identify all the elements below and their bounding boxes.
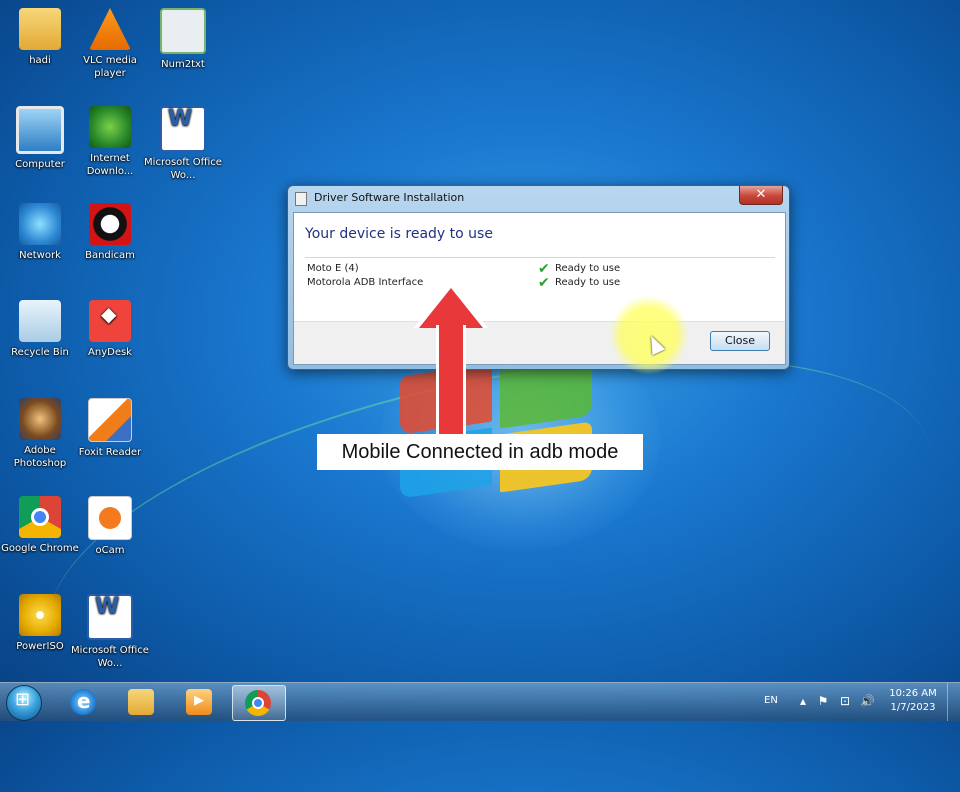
desktop-icon-label: oCam (95, 545, 125, 556)
network-icon (19, 203, 61, 245)
network-tray-icon[interactable]: ⊡ (838, 694, 852, 708)
desktop-icon-label: Computer (15, 159, 65, 170)
desktop-icon-photoshop[interactable]: Adobe Photoshop (0, 398, 80, 470)
desktop-icon-word-2[interactable]: Microsoft Office Wo... (70, 594, 150, 670)
anydesk-icon (89, 300, 131, 342)
internet-download-manager-icon (89, 106, 131, 148)
desktop-icon-bandicam[interactable]: Bandicam (70, 203, 150, 262)
vlc-icon (89, 8, 131, 50)
desktop-icon-poweriso[interactable]: PowerISO (0, 594, 80, 653)
media-player-icon (186, 689, 212, 715)
poweriso-icon (19, 594, 61, 636)
desktop-icon-vlc[interactable]: VLC media player (70, 8, 150, 80)
spreadsheet-icon (160, 8, 206, 54)
clock[interactable]: 10:26 AM 1/7/2023 (880, 687, 946, 715)
cursor-highlight (610, 296, 688, 374)
dialog-title: Driver Software Installation (314, 191, 465, 204)
user-folder-icon (19, 8, 61, 50)
taskbar-internet-explorer[interactable] (58, 685, 110, 719)
checkmark-icon: ✔ (538, 275, 550, 291)
start-button[interactable] (6, 685, 42, 721)
photoshop-icon (19, 398, 61, 440)
bandicam-icon (89, 203, 131, 245)
action-center-flag-icon[interactable]: ⚑ (816, 694, 830, 708)
arrow-shaft (436, 325, 466, 437)
chrome-icon (245, 690, 271, 716)
desktop-icon-label: hadi (29, 55, 51, 66)
device-row: Motorola ADB Interface ✔ Ready to use (307, 275, 777, 291)
computer-icon (16, 106, 64, 154)
desktop-icon-word[interactable]: Microsoft Office Wo... (143, 106, 223, 182)
taskbar-chrome[interactable] (232, 685, 286, 721)
desktop-icon-label: Adobe Photoshop (13, 445, 67, 469)
desktop-icon-label: Network (19, 250, 61, 261)
dialog-titlebar[interactable]: Driver Software Installation ✕ (288, 186, 789, 210)
desktop-icon-label: PowerISO (16, 641, 64, 652)
chrome-icon (19, 496, 61, 538)
taskbar: EN ▴ ⚑ ⊡ 🔊 10:26 AM 1/7/2023 (0, 682, 960, 721)
desktop-icon-label: Internet Downlo... (86, 153, 134, 177)
ocam-icon (88, 496, 132, 540)
device-name: Motorola ADB Interface (307, 277, 424, 288)
folder-icon (128, 689, 154, 715)
clock-date: 1/7/2023 (890, 702, 936, 713)
arrow-up-icon (419, 288, 483, 328)
desktop-icon-label: Microsoft Office Wo... (71, 645, 149, 669)
close-icon[interactable]: ✕ (739, 186, 783, 205)
desktop-icon-label: Num2txt (161, 59, 205, 70)
device-status: Ready to use (555, 277, 621, 288)
dialog-heading: Your device is ready to use (305, 226, 493, 242)
desktop-icon-anydesk[interactable]: AnyDesk (70, 300, 150, 359)
driver-installation-dialog: Driver Software Installation ✕ Your devi… (287, 185, 790, 370)
desktop-icon-chrome[interactable]: Google Chrome (0, 496, 80, 555)
foxit-reader-icon (88, 398, 132, 442)
desktop-icon-label: Foxit Reader (78, 447, 142, 458)
word-icon (87, 594, 133, 640)
desktop-icon-num2txt[interactable]: Num2txt (143, 8, 223, 71)
language-indicator[interactable]: EN (764, 695, 778, 706)
dialog-footer: Close (294, 321, 785, 364)
desktop-icon-label: AnyDesk (88, 347, 132, 358)
close-button[interactable]: Close (710, 331, 770, 351)
divider (305, 257, 775, 258)
show-hidden-icons-icon[interactable]: ▴ (796, 694, 810, 708)
annotation-caption: Mobile Connected in adb mode (317, 434, 643, 470)
device-status: Ready to use (555, 263, 621, 274)
dialog-body: Your device is ready to use Moto E (4) ✔… (293, 212, 786, 365)
device-icon (295, 192, 307, 206)
recycle-bin-icon (19, 300, 61, 342)
desktop-icon-idm[interactable]: Internet Downlo... (70, 106, 150, 178)
taskbar-media-player[interactable] (174, 685, 226, 719)
desktop-icon-label: VLC media player (83, 55, 137, 79)
device-name: Moto E (4) (307, 263, 359, 274)
clock-time: 10:26 AM (889, 688, 937, 699)
desktop-icon-label: Bandicam (85, 250, 135, 261)
word-icon (160, 106, 206, 152)
volume-icon[interactable]: 🔊 (860, 694, 875, 708)
desktop-icon-hadi[interactable]: hadi (0, 8, 80, 67)
taskbar-file-explorer[interactable] (116, 685, 168, 719)
internet-explorer-icon (70, 689, 96, 715)
desktop-icon-ocam[interactable]: oCam (70, 496, 150, 557)
desktop-icon-network[interactable]: Network (0, 203, 80, 262)
desktop-icon-computer[interactable]: Computer (0, 106, 80, 171)
show-desktop-button[interactable] (947, 683, 960, 721)
desktop-icon-label: Microsoft Office Wo... (144, 157, 222, 181)
desktop-icon-label: Google Chrome (1, 543, 79, 554)
desktop-icon-label: Recycle Bin (11, 347, 69, 358)
desktop-icon-recycle-bin[interactable]: Recycle Bin (0, 300, 80, 359)
desktop-icon-foxit[interactable]: Foxit Reader (70, 398, 150, 459)
